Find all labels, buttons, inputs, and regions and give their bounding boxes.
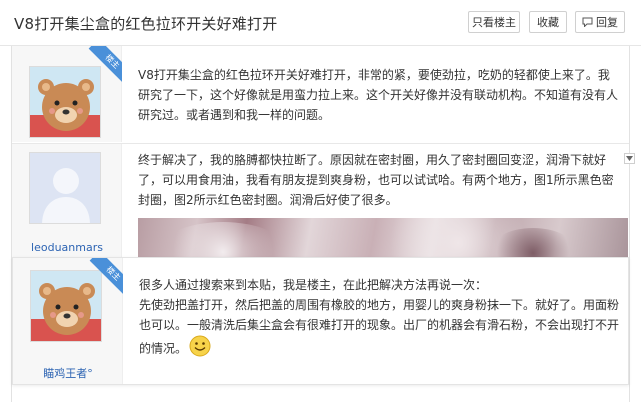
author-column: 楼主 xyxy=(12,46,122,142)
reply-label: 回复 xyxy=(596,16,618,29)
post-text-line: 很多人通过搜索来到本贴，我是楼主，在此把解决方法再说一次： xyxy=(139,278,488,292)
op-badge-label: 楼主 xyxy=(89,258,123,296)
op-badge: 楼主 xyxy=(85,258,123,296)
username[interactable]: leoduanmars xyxy=(12,241,122,254)
only-author-button[interactable]: 只看楼主 xyxy=(468,11,520,33)
author-column: 楼主 瞄鸡王者° xyxy=(13,258,123,384)
post-content: V8打开集尘盒的红色拉环开关好难打开，非常的紧，要使劲拉，吃奶的轻都使上来了。我… xyxy=(138,68,619,122)
post-1: 楼主 V8打开集尘盒的红色拉环开关好难打开，非常的紧，要使劲拉，吃奶的轻都使上来… xyxy=(12,46,629,142)
username[interactable]: 瞄鸡王者° xyxy=(13,365,123,381)
post-content: 终于解决了，我的胳膊都快拉断了。原因就在密封圈，用久了密封圈回变涩，润滑下就好了… xyxy=(138,153,614,207)
post-image[interactable] xyxy=(138,218,628,261)
op-badge-label: 楼主 xyxy=(88,46,122,84)
avatar[interactable] xyxy=(29,152,101,224)
favorite-button[interactable]: 收藏 xyxy=(529,11,567,33)
reply-button[interactable]: 回复 xyxy=(575,11,625,33)
thread-title: V8打开集尘盒的红色拉环开关好难打开 xyxy=(14,15,278,33)
post-3: 楼主 瞄鸡王者° 很多人通过搜索来到本贴，我是楼主，在此把解决方法再说一次： 先… xyxy=(12,257,629,385)
op-badge: 楼主 xyxy=(84,46,122,84)
smiley-emoji-icon xyxy=(189,335,211,363)
reply-icon xyxy=(582,17,593,27)
post-menu-chevron-icon[interactable] xyxy=(624,153,635,164)
thread-header: V8打开集尘盒的红色拉环开关好难打开 只看楼主 收藏 回复 xyxy=(0,0,641,46)
post-content: 很多人通过搜索来到本贴，我是楼主，在此把解决方法再说一次： 先使劲把盖打开，然后… xyxy=(139,275,619,363)
default-avatar-icon xyxy=(30,153,100,223)
post-text-body: 先使劲把盖打开，然后把盖的周围有橡胶的地方，用婴儿的爽身粉抹一下。就好了。用面粉… xyxy=(139,295,619,363)
post-2: leoduanmars 终于解决了，我的胳膊都快拉断了。原因就在密封圈，用久了密… xyxy=(12,143,629,261)
author-column: leoduanmars xyxy=(12,144,122,260)
